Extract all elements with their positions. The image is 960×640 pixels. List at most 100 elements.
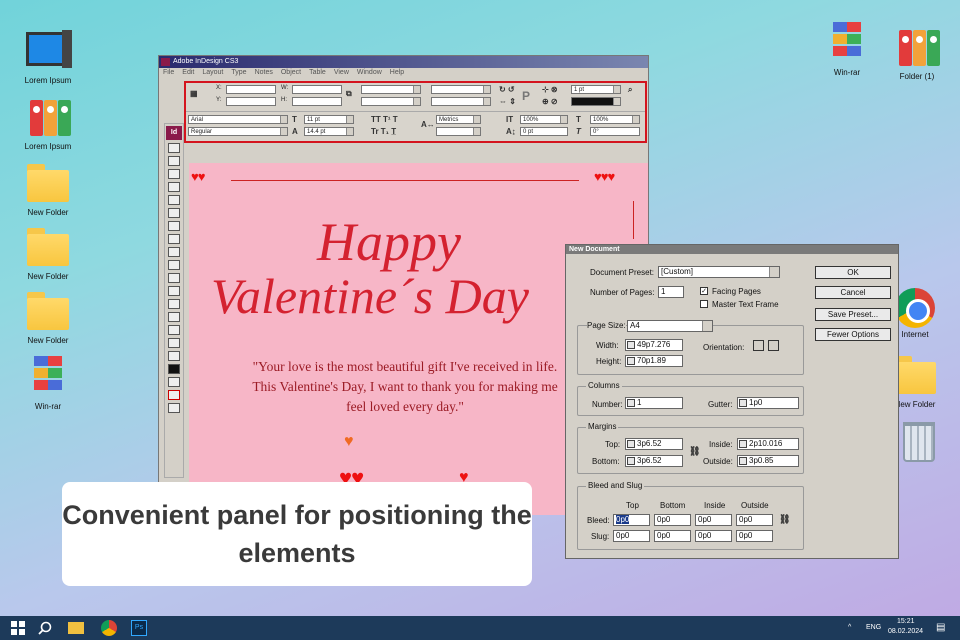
rectangle-tool-icon[interactable] xyxy=(168,234,180,244)
desktop-icon-new-folder-1[interactable]: New Folder xyxy=(12,160,84,217)
eyedropper-tool-icon[interactable] xyxy=(168,325,180,335)
selection-tool-icon[interactable] xyxy=(168,143,180,153)
apply-color-icon[interactable] xyxy=(168,377,180,387)
columns-number-input[interactable]: 1 xyxy=(625,397,683,409)
scale-y-field[interactable] xyxy=(361,97,421,106)
rotation-field[interactable] xyxy=(431,85,491,94)
shear-field[interactable] xyxy=(431,97,491,106)
smallcaps-icons[interactable]: Tr T₁ T̲ xyxy=(371,127,396,136)
x-field[interactable] xyxy=(226,85,276,94)
menu-layout[interactable]: Layout xyxy=(202,69,223,76)
bleed-inside-input[interactable]: 0p0 xyxy=(695,514,732,526)
type-tool-icon[interactable] xyxy=(168,182,180,192)
link-bleed-icon[interactable]: ⛓ xyxy=(779,514,790,525)
menu-table[interactable]: Table xyxy=(309,69,326,76)
height-input[interactable]: 70p1.89 xyxy=(625,355,683,367)
hand-tool-icon[interactable] xyxy=(168,338,180,348)
kerning-field[interactable]: Metrics xyxy=(436,115,481,124)
note-tool-icon[interactable] xyxy=(168,312,180,322)
tray-chevron-up-icon[interactable]: ^ xyxy=(848,624,851,631)
rectangle-frame-tool-icon[interactable] xyxy=(168,221,180,231)
select-content-icon[interactable]: ⊕ ⊘ xyxy=(542,97,558,106)
clock-time[interactable]: 15:21 xyxy=(897,618,915,625)
number-of-pages-input[interactable]: 1 xyxy=(658,286,684,298)
quick-apply-icon[interactable]: ⌕ xyxy=(628,85,632,95)
menu-object[interactable]: Object xyxy=(281,69,301,76)
horizontal-scale-field[interactable]: 100% xyxy=(590,115,640,124)
save-preset-button[interactable]: Save Preset... xyxy=(815,308,891,321)
top-margin-input[interactable]: 3p6.52 xyxy=(625,438,683,450)
direct-selection-tool-icon[interactable] xyxy=(168,156,180,166)
menu-type[interactable]: Type xyxy=(231,69,246,76)
skew-field[interactable]: 0° xyxy=(590,127,640,136)
file-explorer-icon[interactable] xyxy=(68,622,84,634)
language-indicator[interactable]: ENG xyxy=(866,624,881,631)
line-tool-icon[interactable] xyxy=(168,195,180,205)
notification-icon[interactable]: ▤ xyxy=(936,622,945,633)
scale-x-field[interactable] xyxy=(361,85,421,94)
button-tool-icon[interactable] xyxy=(168,247,180,257)
ok-button[interactable]: OK xyxy=(815,266,891,279)
menu-notes[interactable]: Notes xyxy=(255,69,273,76)
gradient-tool-icon[interactable] xyxy=(168,299,180,309)
rotate-tool-icon[interactable] xyxy=(168,273,180,283)
fewer-options-button[interactable]: Fewer Options xyxy=(815,328,891,341)
desktop-icon-folder-1[interactable]: Folder (1) xyxy=(881,24,953,81)
stroke-type-select[interactable] xyxy=(571,97,621,106)
leading-field[interactable]: 14.4 pt xyxy=(304,127,354,136)
constrain-proportions-icon[interactable]: ⧉ xyxy=(346,89,352,99)
apply-none-icon[interactable] xyxy=(168,390,180,400)
desktop-icon-lorem-ipsum-1[interactable]: Lorem Ipsum xyxy=(12,28,84,85)
cancel-button[interactable]: Cancel xyxy=(815,286,891,299)
h-field[interactable] xyxy=(292,97,342,106)
menu-file[interactable]: File xyxy=(163,69,174,76)
w-field[interactable] xyxy=(292,85,342,94)
desktop-icon-winrar-left[interactable]: Win-rar xyxy=(12,354,84,411)
font-family-select[interactable]: Arial xyxy=(188,115,288,124)
y-field[interactable] xyxy=(226,97,276,106)
select-container-icon[interactable]: ⊹ ⊗ xyxy=(542,85,558,94)
pencil-tool-icon[interactable] xyxy=(168,208,180,218)
slug-inside-input[interactable]: 0p0 xyxy=(695,530,732,542)
vertical-scale-field[interactable]: 100% xyxy=(520,115,568,124)
search-icon[interactable] xyxy=(37,620,53,636)
link-margins-icon[interactable]: ⛓ xyxy=(689,446,700,457)
menu-view[interactable]: View xyxy=(334,69,349,76)
scale-tool-icon[interactable] xyxy=(168,286,180,296)
menu-help[interactable]: Help xyxy=(390,69,404,76)
slug-outside-input[interactable]: 0p0 xyxy=(736,530,773,542)
bleed-top-input[interactable]: 0p0 xyxy=(613,514,650,526)
slug-top-input[interactable]: 0p0 xyxy=(613,530,650,542)
menu-window[interactable]: Window xyxy=(357,69,382,76)
stroke-weight-field[interactable]: 1 pt xyxy=(571,85,621,94)
page-size-select[interactable]: A4 xyxy=(627,320,713,332)
caps-icons[interactable]: TT T¹ T xyxy=(371,115,398,124)
windows-start-icon[interactable] xyxy=(10,620,26,636)
view-mode-icon[interactable] xyxy=(168,403,180,413)
bottom-margin-input[interactable]: 3p6.52 xyxy=(625,455,683,467)
font-size-field[interactable]: 11 pt xyxy=(304,115,354,124)
chrome-taskbar-icon[interactable] xyxy=(101,620,117,636)
photoshop-taskbar-icon[interactable]: Ps xyxy=(131,620,147,636)
master-text-frame-checkbox[interactable] xyxy=(700,300,708,308)
clock-date[interactable]: 08.02.2024 xyxy=(888,628,923,635)
text-frame-p-icon[interactable]: P xyxy=(522,89,530,103)
reference-point-icon[interactable]: ▦ xyxy=(190,89,198,98)
font-style-select[interactable]: Regular xyxy=(188,127,288,136)
desktop-icon-new-folder-3[interactable]: New Folder xyxy=(12,288,84,345)
scissors-tool-icon[interactable] xyxy=(168,260,180,270)
pen-tool-icon[interactable] xyxy=(168,169,180,179)
landscape-orientation-icon[interactable] xyxy=(768,340,779,351)
desktop-icon-winrar-right[interactable]: Win-rar xyxy=(811,20,883,77)
tracking-field[interactable] xyxy=(436,127,481,136)
rotate-icon[interactable]: ↻ ↺ xyxy=(499,85,515,94)
flip-icon[interactable]: ⇔ ⇕ xyxy=(499,97,516,106)
width-input[interactable]: 49p7.276 xyxy=(625,339,683,351)
fill-stroke-swatch-icon[interactable] xyxy=(168,364,180,374)
document-preset-select[interactable]: [Custom] xyxy=(658,266,780,278)
inside-margin-input[interactable]: 2p10.016 xyxy=(737,438,799,450)
zoom-tool-icon[interactable] xyxy=(168,351,180,361)
gutter-input[interactable]: 1p0 xyxy=(737,397,799,409)
menu-edit[interactable]: Edit xyxy=(182,69,194,76)
baseline-shift-field[interactable]: 0 pt xyxy=(520,127,568,136)
